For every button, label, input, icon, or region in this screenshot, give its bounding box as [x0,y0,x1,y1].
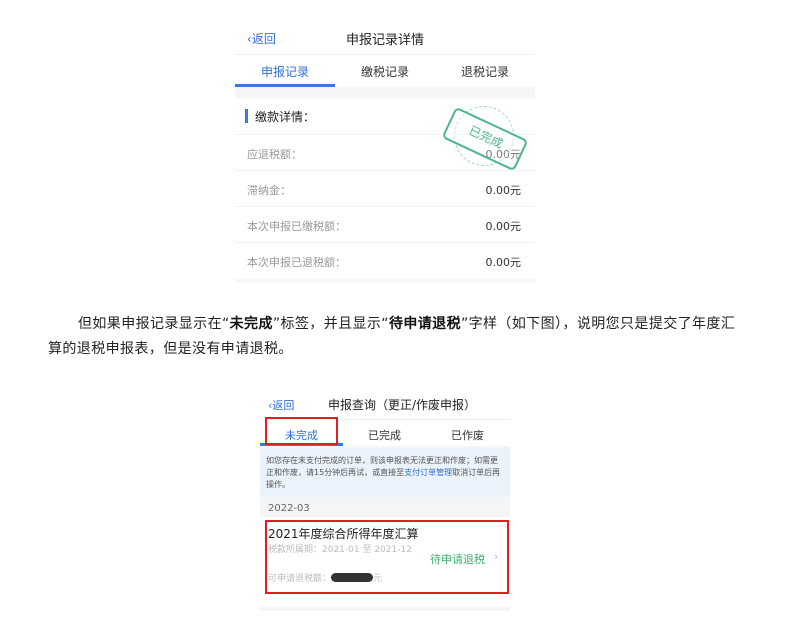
highlight-box-tab [265,417,338,445]
app-header: ‹返回 申报记录详情 [235,20,535,54]
detail-row: 本次申报已退税额： 0.00元 [235,242,535,279]
highlight-incomplete: 未完成 [229,316,273,332]
tab-refund-records[interactable]: 退税记录 [435,63,535,80]
period-date: 2022-03 [268,503,310,514]
section-title: 缴款详情： [255,110,316,124]
section-marker [245,109,248,123]
refund-record-screenshot: ‹返回 申报记录详情 申报记录 缴税记录 退税记录 缴款详情： 应退税额： 0.… [235,20,535,282]
row-value: 0.00元 [485,256,522,269]
active-tab-indicator [235,84,335,87]
tab-voided[interactable]: 已作废 [426,427,509,443]
notice-text: 如您存在未支付完成的订单，则该申报表无法更正和作废；如需更正和作废，请15分钟后… [266,456,501,489]
explanation-paragraph: 但如果申报记录显示在“未完成”标签，并且显示“待申请退税”字样（如下图），说明您… [48,316,736,357]
row-label: 本次申报已退税额： [247,256,346,269]
row-label: 滞纳金： [247,184,291,197]
highlight-pending-refund: 待申请退税 [388,316,461,332]
row-label: 应退税额： [247,148,302,161]
tab-completed[interactable]: 已完成 [343,427,426,443]
detail-row: 滞纳金： 0.00元 [235,170,535,207]
row-value: 0.00元 [485,220,522,233]
app-header: ‹返回 申报查询（更正/作废申报） [260,389,510,419]
tab-declare-records[interactable]: 申报记录 [235,63,335,80]
declaration-query-screenshot: ‹返回 申报查询（更正/作废申报） 未完成 已完成 已作废 如您存在未支付完成的… [260,389,510,611]
highlight-box-card [265,520,509,594]
back-button[interactable]: ‹返回 [268,397,294,413]
payment-order-link[interactable]: 支付订单管理 [404,468,452,477]
row-value: 0.00元 [485,184,522,197]
tab-tax-payment-records[interactable]: 缴税记录 [335,63,435,80]
row-label: 本次申报已缴税额： [247,220,346,233]
notice-banner: 如您存在未支付完成的订单，则该申报表无法更正和作废；如需更正和作废，请15分钟后… [260,449,510,497]
tab-bar: 申报记录 缴税记录 退税记录 [235,54,535,87]
detail-row: 本次申报已缴税额： 0.00元 [235,206,535,243]
page-title: 申报查询（更正/作废申报） [328,398,477,412]
page-title: 申报记录详情 [345,33,424,48]
